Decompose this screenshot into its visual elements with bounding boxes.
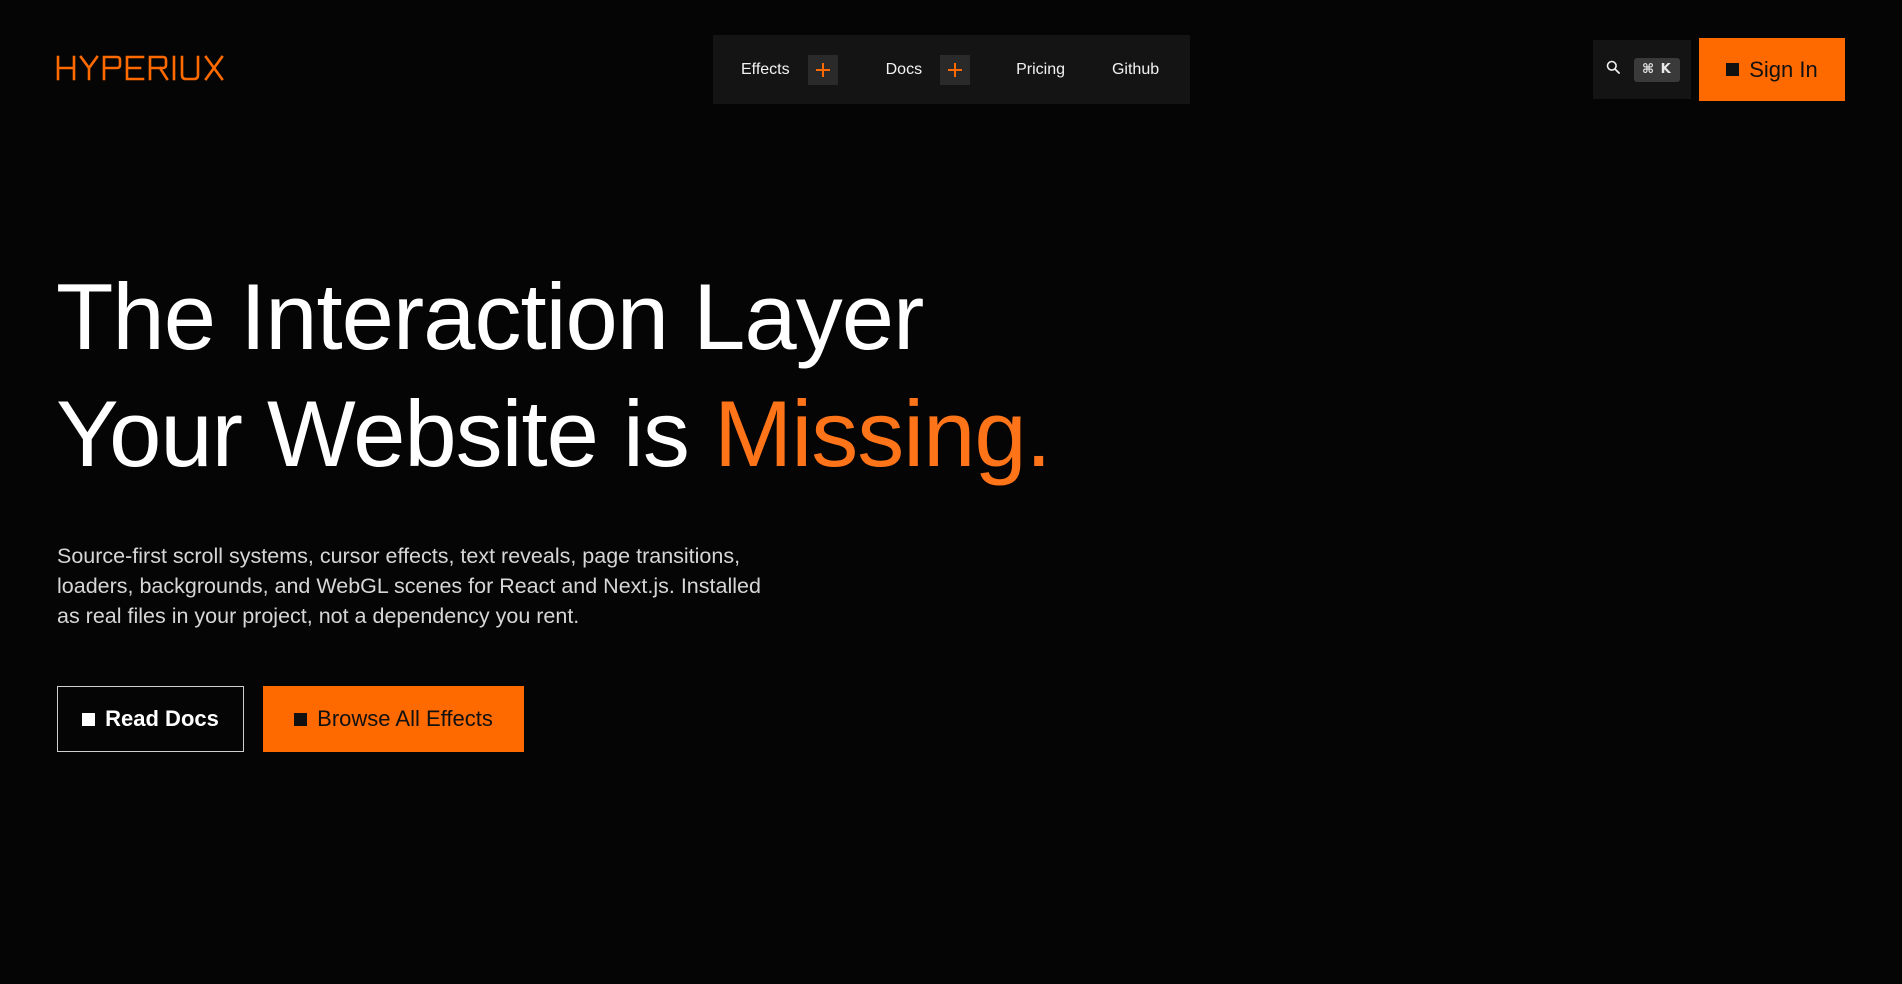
plus-icon[interactable]: [940, 54, 971, 85]
square-icon: [1726, 63, 1740, 76]
nav-item-label: Github: [1111, 60, 1160, 78]
sign-in-button[interactable]: Sign In: [1699, 38, 1845, 101]
hero-description-line: loaders, backgrounds, and WebGL scenes f…: [57, 574, 761, 598]
nav-item-label: Effects: [741, 60, 790, 78]
search-icon: [1606, 60, 1620, 79]
read-docs-label: Read Docs: [105, 706, 219, 731]
landing-page: Effects Docs Pricing Github ⌘ K Sign In …: [0, 0, 1902, 984]
nav-item-github[interactable]: Github: [1112, 61, 1159, 79]
nav-item-docs[interactable]: Docs: [885, 54, 971, 85]
hero-title-line2-prefix: Your Website is: [56, 381, 715, 486]
nav-item-effects[interactable]: Effects: [741, 54, 838, 85]
keyboard-shortcut: ⌘ K: [1634, 57, 1680, 82]
square-icon: [294, 712, 308, 726]
hero-title-line1: The Interaction Layer: [56, 264, 924, 369]
read-docs-button[interactable]: Read Docs: [57, 686, 244, 752]
search-button[interactable]: ⌘ K: [1593, 40, 1691, 99]
sign-in-label: Sign In: [1749, 56, 1818, 82]
hero-description: Source-first scroll systems, cursor effe…: [57, 541, 857, 631]
nav-item-pricing[interactable]: Pricing: [1016, 61, 1065, 79]
nav-item-label: Pricing: [1016, 60, 1065, 78]
nav-item-label: Docs: [885, 60, 923, 78]
square-icon: [82, 712, 96, 726]
hero-description-line: as real files in your project, not a dep…: [57, 604, 580, 628]
browse-effects-label: Browse All Effects: [317, 706, 493, 731]
hero-title: The Interaction Layer Your Website is Mi…: [56, 258, 1052, 492]
logo-wordmark: [56, 55, 224, 81]
plus-icon[interactable]: [807, 54, 838, 85]
hero-title-accent: Missing.: [714, 381, 1052, 486]
browse-effects-button[interactable]: Browse All Effects: [263, 686, 524, 752]
hero-description-line: Source-first scroll systems, cursor effe…: [57, 544, 741, 568]
brand-logo[interactable]: [56, 50, 246, 86]
main-nav: Effects Docs Pricing Github: [713, 35, 1190, 104]
